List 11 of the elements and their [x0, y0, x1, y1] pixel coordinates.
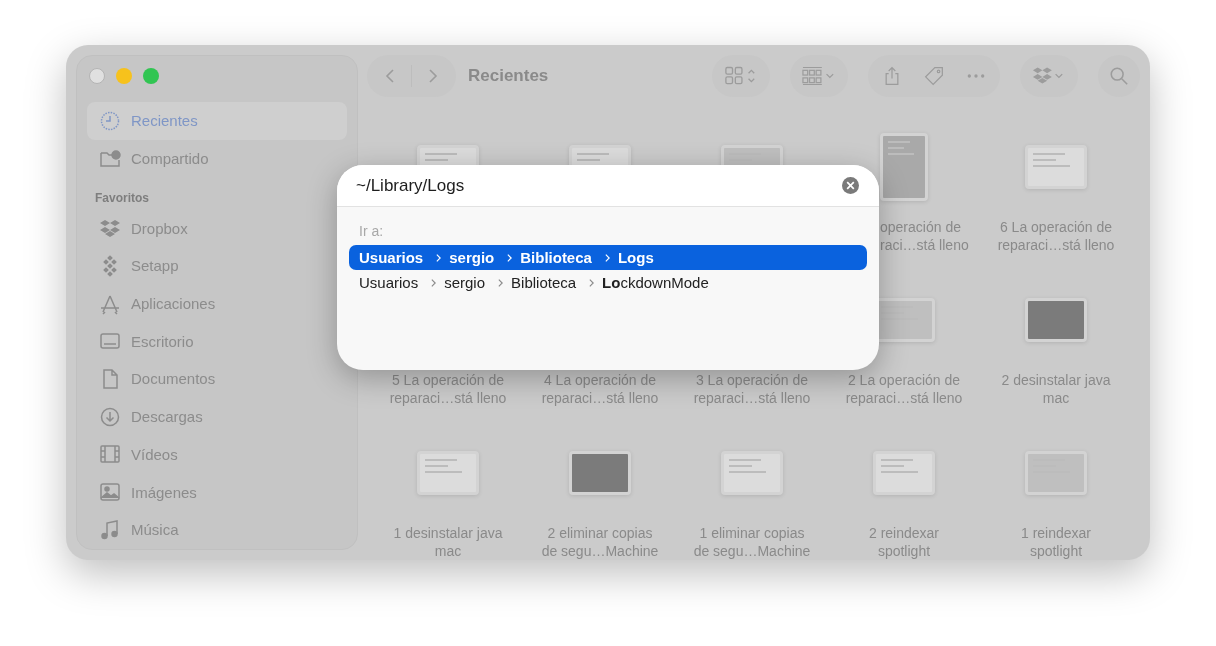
window-title: Recientes: [468, 66, 549, 86]
folder-name: Biblioteca: [520, 249, 592, 266]
folder-name: Usuarios: [359, 274, 419, 291]
folder-name: Logs: [617, 249, 654, 266]
folder-name: Usuarios: [359, 249, 424, 266]
folder-name: LockdownMode: [602, 274, 709, 291]
folder-name: Biblioteca: [511, 274, 577, 291]
section-heading: Favoritos: [94, 190, 150, 208]
folder-name: sergio: [449, 249, 495, 266]
folder-name: sergio: [444, 274, 486, 291]
section-label: Ir a:: [358, 223, 385, 241]
